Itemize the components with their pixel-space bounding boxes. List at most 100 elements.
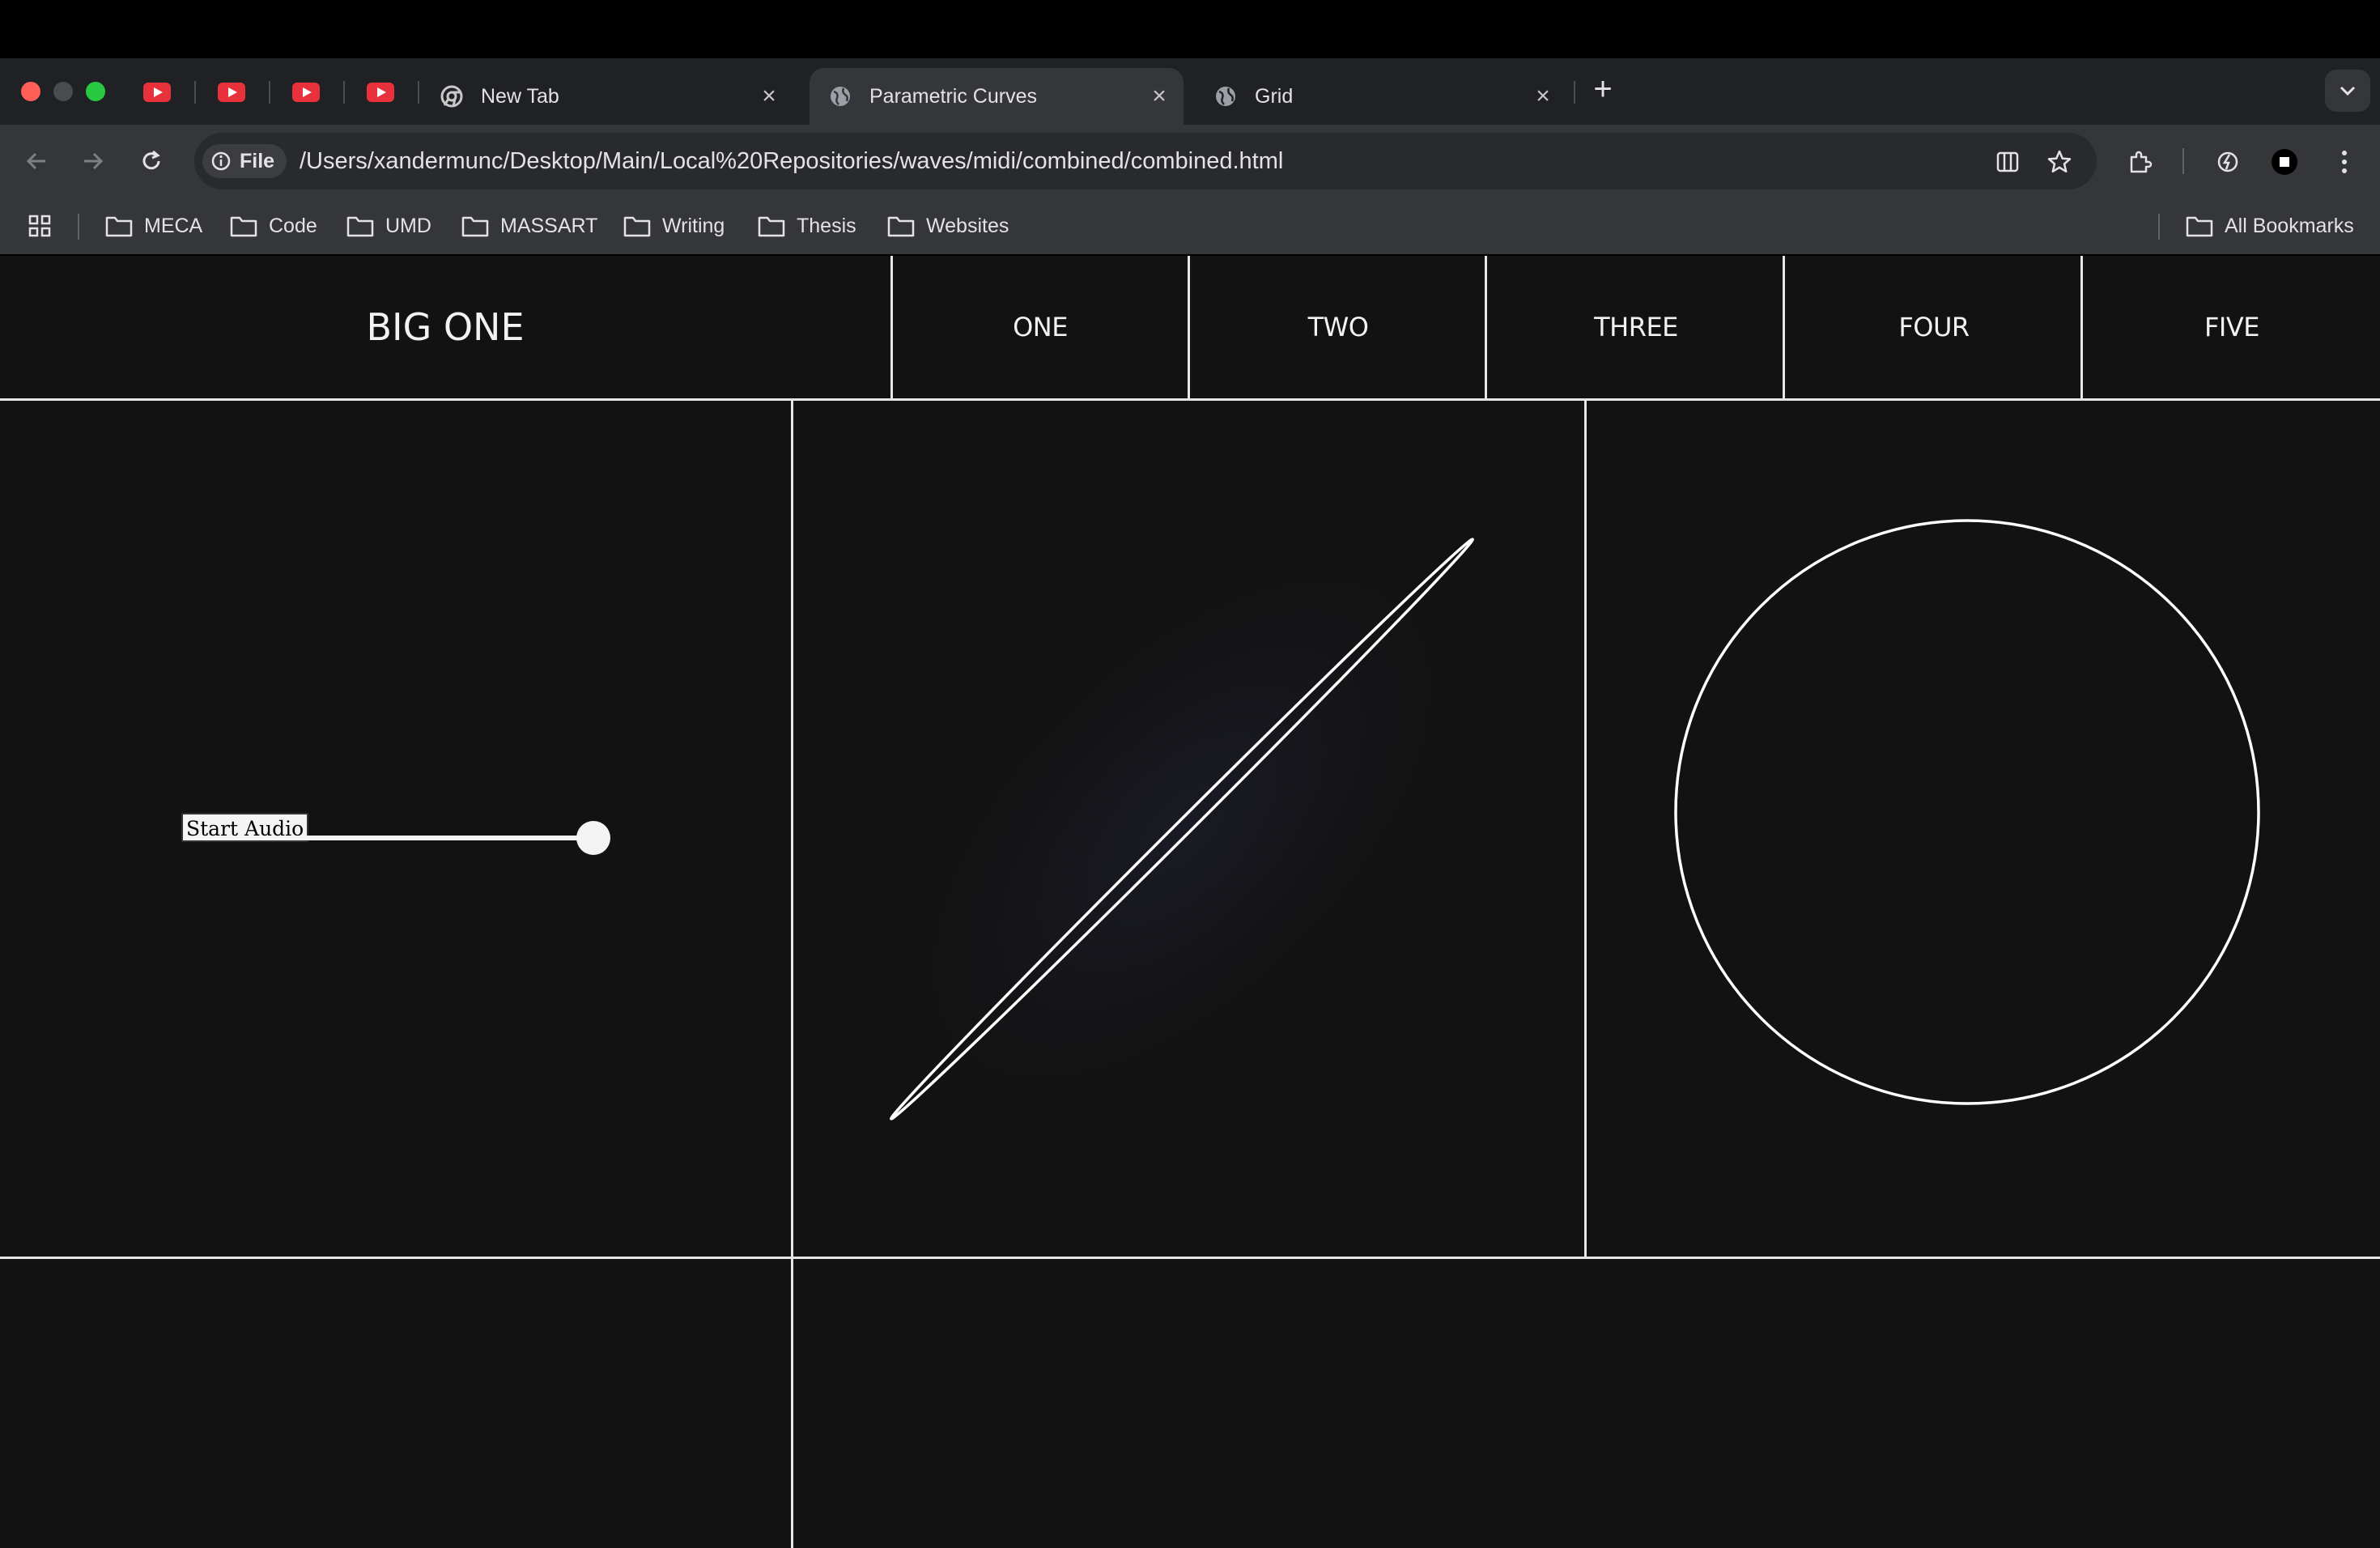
all-bookmarks-label: All Bookmarks	[2225, 214, 2354, 237]
extensions-button[interactable]	[2123, 144, 2158, 180]
folder-icon	[623, 216, 651, 237]
close-tab-icon[interactable]: ×	[1527, 83, 1559, 110]
folder-icon	[230, 216, 257, 237]
tab-title: Grid	[1255, 84, 1294, 108]
pinned-tab-youtube[interactable]	[274, 71, 338, 113]
folder-icon	[461, 216, 489, 237]
pinned-tab-youtube[interactable]	[348, 71, 413, 113]
tab-separator	[194, 81, 196, 104]
avatar	[2272, 149, 2297, 175]
folder-icon	[758, 216, 785, 237]
maximize-window-button[interactable]	[86, 82, 105, 101]
nav-divider	[890, 256, 893, 400]
all-bookmarks-button[interactable]: All Bookmarks	[2186, 209, 2354, 243]
bookmark-folder-thesis[interactable]: Thesis	[758, 209, 856, 243]
url-text[interactable]: /Users/xandermunc/Desktop/Main/Local%20R…	[300, 146, 1283, 176]
bookmark-folder-code[interactable]: Code	[230, 209, 317, 243]
bookmark-label: MASSART	[500, 214, 598, 237]
tab-separator	[1574, 81, 1575, 104]
back-button[interactable]	[18, 142, 55, 180]
nav-five[interactable]: FIVE	[2084, 256, 2380, 398]
puzzle-icon	[2130, 151, 2153, 173]
nav-bottom-border	[0, 398, 2380, 401]
close-tab-icon[interactable]: ×	[1143, 83, 1175, 110]
toolbar-separator	[2182, 148, 2184, 174]
tab-grid[interactable]: Grid ×	[1195, 68, 1567, 125]
reading-mode-icon	[1996, 151, 2019, 172]
performance-button[interactable]	[2210, 144, 2246, 180]
nav-one[interactable]: ONE	[892, 256, 1188, 398]
nav-four[interactable]: FOUR	[1786, 256, 2082, 398]
nav-divider	[1783, 256, 1785, 400]
tab-search-button[interactable]	[2325, 70, 2370, 112]
nav-three[interactable]: THREE	[1488, 256, 1784, 398]
youtube-icon	[143, 83, 171, 102]
tab-new-tab[interactable]: New Tab ×	[421, 68, 793, 125]
bookmark-label: UMD	[385, 214, 431, 237]
folder-icon	[346, 216, 374, 237]
nav-big-one[interactable]: BIG ONE	[0, 256, 890, 398]
bookmark-star-button[interactable]	[2042, 144, 2077, 180]
bookmark-folder-umd[interactable]: UMD	[346, 209, 431, 243]
bookmarks-separator	[78, 214, 79, 240]
folder-icon	[887, 216, 915, 237]
nav-two[interactable]: TWO	[1190, 256, 1486, 398]
nav-divider	[2080, 256, 2083, 400]
bookmark-label: Websites	[926, 214, 1009, 237]
chip-label: File	[240, 149, 275, 172]
parametric-curve-circle	[1674, 519, 2260, 1105]
info-icon	[211, 151, 231, 171]
tab-separator	[269, 81, 270, 104]
apps-button[interactable]	[28, 209, 63, 243]
chrome-icon	[440, 85, 463, 108]
forward-button[interactable]	[74, 142, 112, 180]
reload-button[interactable]	[133, 142, 170, 180]
nav-divider	[1188, 256, 1190, 400]
grid-row-divider	[0, 1257, 2380, 1259]
star-icon	[2047, 150, 2072, 173]
tab-title: New Tab	[481, 84, 559, 108]
bookmark-folder-massart[interactable]: MASSART	[461, 209, 597, 243]
pinned-tab-youtube[interactable]	[199, 71, 264, 113]
bookmark-label: Code	[269, 214, 317, 237]
folder-icon	[2186, 216, 2213, 237]
reload-icon	[142, 150, 160, 170]
audio-slider[interactable]	[285, 836, 594, 840]
minimize-window-button[interactable]	[53, 82, 73, 101]
close-tab-icon[interactable]: ×	[753, 83, 785, 110]
youtube-icon	[367, 83, 394, 102]
globe-icon	[831, 87, 850, 106]
tab-parametric-curves[interactable]: Parametric Curves ×	[810, 68, 1184, 125]
menu-button[interactable]	[2327, 144, 2362, 180]
bookmarks-separator	[2158, 214, 2160, 240]
bookmark-folder-meca[interactable]: MECA	[105, 209, 202, 243]
back-arrow-icon	[26, 152, 45, 170]
bookmark-folder-websites[interactable]: Websites	[887, 209, 1009, 243]
site-info-chip[interactable]: File	[202, 144, 287, 178]
youtube-icon	[218, 83, 245, 102]
bookmark-label: Thesis	[797, 214, 856, 237]
bookmark-folder-writing[interactable]: Writing	[623, 209, 725, 243]
pinned-tab-youtube[interactable]	[125, 71, 189, 113]
close-window-button[interactable]	[21, 82, 40, 101]
page-content: BIG ONE ONE TWO THREE FOUR FIVE Start Au…	[0, 256, 2380, 1548]
globe-icon	[1216, 87, 1235, 106]
audio-slider-thumb[interactable]	[576, 821, 610, 855]
parametric-curve-ellipse	[890, 538, 1474, 1121]
nav-divider	[1485, 256, 1487, 400]
bookmark-label: Writing	[662, 214, 725, 237]
youtube-icon	[292, 83, 320, 102]
tab-separator	[343, 81, 345, 104]
apps-grid-icon	[28, 215, 51, 237]
profile-button[interactable]	[2267, 144, 2302, 180]
more-vertical-icon	[2342, 151, 2347, 173]
menu-bar	[0, 0, 2380, 58]
forward-arrow-icon	[84, 152, 104, 170]
tab-title: Parametric Curves	[869, 84, 1037, 108]
reading-mode-button[interactable]	[1990, 144, 2025, 180]
chevron-down-icon	[2340, 86, 2356, 96]
folder-icon	[105, 216, 133, 237]
speed-icon	[2217, 151, 2238, 172]
new-tab-button[interactable]: +	[1585, 73, 1621, 108]
tab-separator	[418, 81, 419, 104]
